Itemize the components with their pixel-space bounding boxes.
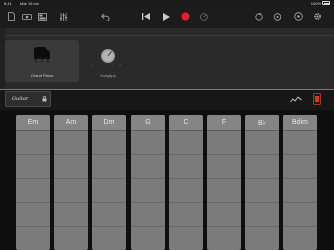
chord-segment[interactable]: [169, 179, 203, 203]
chord-segment[interactable]: [245, 227, 279, 250]
loop-icon[interactable]: [253, 10, 265, 23]
chord-segment[interactable]: [245, 203, 279, 227]
chord-segment[interactable]: [54, 227, 88, 250]
mixer-icon[interactable]: [57, 10, 69, 23]
chord-segment[interactable]: [283, 227, 317, 250]
chord-segment[interactable]: [283, 203, 317, 227]
chord-segment[interactable]: [169, 227, 203, 250]
autoplay-button[interactable]: [287, 92, 305, 106]
chord-segment[interactable]: [54, 155, 88, 179]
instrument-selector-button[interactable]: Guitar: [5, 91, 51, 107]
my-songs-icon[interactable]: [5, 10, 17, 23]
chord-segment[interactable]: [207, 227, 241, 250]
chord-segment[interactable]: [169, 203, 203, 227]
knob-min-mark: –: [91, 63, 93, 67]
chord-segment[interactable]: [283, 131, 317, 155]
settings-icon[interactable]: [311, 10, 324, 23]
track-settings-icon[interactable]: [292, 10, 304, 23]
timeline-ruler: [5, 35, 334, 36]
chord-segment[interactable]: [169, 155, 203, 179]
chord-label[interactable]: Bdim: [283, 115, 317, 131]
chord-segment[interactable]: [131, 203, 165, 227]
chord-segment[interactable]: [283, 179, 317, 203]
chord-segment[interactable]: [207, 179, 241, 203]
chord-segment[interactable]: [92, 131, 126, 155]
chord-segment[interactable]: [16, 131, 50, 155]
knob-max-mark: +: [119, 63, 122, 67]
chord-segment[interactable]: [16, 179, 50, 203]
chord-label[interactable]: Am: [54, 115, 88, 131]
undo-icon[interactable]: [99, 10, 111, 23]
chord-segment[interactable]: [54, 131, 88, 155]
chord-segment[interactable]: [245, 131, 279, 155]
metronome-icon[interactable]: [198, 10, 210, 23]
chord-segment[interactable]: [16, 227, 50, 250]
chord-strip[interactable]: Dm: [92, 115, 126, 250]
chord-strip[interactable]: F: [207, 115, 241, 250]
chord-segment[interactable]: [92, 155, 126, 179]
loop-browser-icon[interactable]: [271, 10, 283, 23]
knob-icon: [97, 45, 119, 67]
chord-segment[interactable]: [131, 155, 165, 179]
chord-segment[interactable]: [54, 179, 88, 203]
record-icon[interactable]: [179, 10, 191, 23]
lock-icon: [42, 96, 47, 102]
chord-segment[interactable]: [16, 203, 50, 227]
chord-segment[interactable]: [207, 155, 241, 179]
chord-segment[interactable]: [131, 131, 165, 155]
chord-strips-toggle[interactable]: [310, 92, 324, 106]
chord-toggle-icon: [313, 93, 321, 105]
chord-strip[interactable]: Am: [54, 115, 88, 250]
go-to-start-icon[interactable]: [140, 10, 152, 23]
chord-segment[interactable]: [283, 155, 317, 179]
chord-segment[interactable]: [92, 203, 126, 227]
instrument-selector-label: Guitar: [12, 96, 29, 102]
chord-segment[interactable]: [245, 179, 279, 203]
chord-label[interactable]: Dm: [92, 115, 126, 131]
chord-label[interactable]: B♭: [245, 115, 279, 131]
chord-label[interactable]: F: [207, 115, 241, 131]
battery-icon: [322, 1, 330, 5]
chord-label[interactable]: Em: [16, 115, 50, 131]
chord-segment[interactable]: [16, 155, 50, 179]
instrument-name: Grand Piano: [30, 73, 54, 78]
chord-segment[interactable]: [169, 131, 203, 155]
chord-label[interactable]: G: [131, 115, 165, 131]
chord-segment[interactable]: [54, 203, 88, 227]
chord-segment[interactable]: [245, 155, 279, 179]
instrument-tile[interactable]: Grand Piano: [5, 40, 79, 82]
browser-icon[interactable]: [21, 10, 33, 23]
chord-strip[interactable]: Em: [16, 115, 50, 250]
toolbar: [0, 6, 334, 28]
chord-strip[interactable]: G: [131, 115, 165, 250]
tracks-view-icon[interactable]: [36, 10, 48, 23]
chord-segment[interactable]: [131, 179, 165, 203]
chord-strip[interactable]: C: [169, 115, 203, 250]
chord-segment[interactable]: [207, 131, 241, 155]
knob-label: Songtipp: [100, 73, 116, 78]
chord-label[interactable]: C: [169, 115, 203, 131]
chord-segment[interactable]: [92, 227, 126, 250]
play-icon[interactable]: [160, 10, 172, 23]
autoplay-icon: [290, 95, 302, 102]
chord-strip[interactable]: B♭: [245, 115, 279, 250]
chord-strip[interactable]: Bdim: [283, 115, 317, 250]
chord-segment[interactable]: [92, 179, 126, 203]
grand-piano-icon: [34, 47, 50, 63]
volume-knob[interactable]: – + Songtipp: [88, 42, 128, 78]
chord-segment[interactable]: [207, 203, 241, 227]
chord-segment[interactable]: [131, 227, 165, 250]
